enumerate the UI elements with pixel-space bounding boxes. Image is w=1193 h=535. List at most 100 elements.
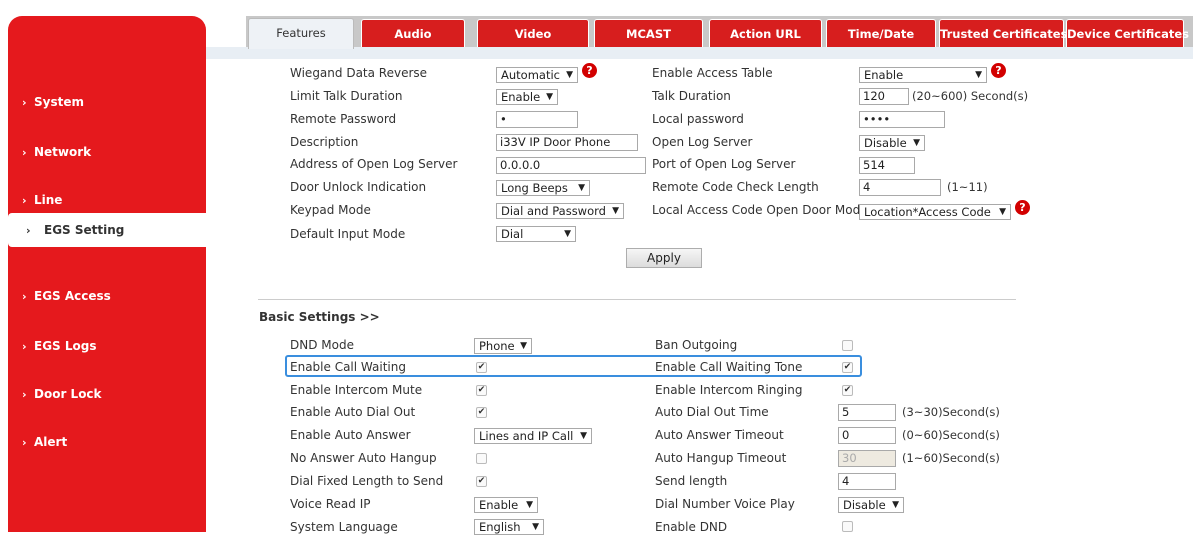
dial-number-voice-play-select[interactable]: Disable ▼ — [838, 497, 904, 513]
enable-access-table-label: Enable Access Table — [652, 66, 773, 80]
sidebar-item-egs-logs[interactable]: › EGS Logs — [8, 332, 206, 360]
remote-password-label: Remote Password — [290, 112, 397, 126]
sidebar-item-label: System — [34, 95, 84, 109]
dropdown-arrow-icon: ▼ — [520, 341, 527, 351]
port-open-log-server-input[interactable]: 514 — [859, 157, 915, 174]
enable-access-table-select[interactable]: Enable ▼ — [859, 67, 987, 83]
sidebar-item-line[interactable]: › Line — [8, 186, 206, 214]
dropdown-arrow-icon: ▼ — [578, 183, 585, 193]
select-value: Dial and Password — [501, 204, 606, 218]
tab-bar-strip — [206, 47, 1193, 59]
basic-settings-heading[interactable]: Basic Settings >> — [259, 310, 380, 324]
send-length-label: Send length — [655, 474, 728, 488]
open-log-server-label: Open Log Server — [652, 135, 753, 149]
select-value: Disable — [843, 498, 886, 512]
remote-code-check-length-input[interactable]: 4 — [859, 179, 941, 196]
description-input[interactable]: i33V IP Door Phone — [496, 134, 638, 151]
select-value: Disable — [864, 136, 907, 150]
limit-talk-duration-select[interactable]: Enable ▼ — [496, 89, 558, 105]
wiegand-data-reverse-label: Wiegand Data Reverse — [290, 66, 428, 80]
chevron-right-icon: › — [22, 436, 27, 449]
wiegand-data-reverse-select[interactable]: Automatic ▼ — [496, 67, 578, 83]
local-password-input[interactable]: •••• — [859, 111, 945, 128]
chevron-right-icon: › — [22, 146, 27, 159]
sidebar-item-label: Network — [34, 145, 92, 159]
enable-intercom-ringing-checkbox[interactable]: ✔ — [842, 385, 853, 396]
select-value: Phone — [479, 339, 515, 353]
tab-trusted-certificates[interactable]: Trusted Certificates — [939, 19, 1067, 47]
talk-duration-label: Talk Duration — [652, 89, 731, 103]
enable-auto-answer-select[interactable]: Lines and IP Call ▼ — [474, 428, 592, 444]
enable-call-waiting-tone-checkbox[interactable]: ✔ — [842, 362, 853, 373]
local-access-code-open-door-mode-select[interactable]: Location*Access Code ▼ — [859, 204, 1011, 220]
remote-password-input[interactable]: • — [496, 111, 578, 128]
enable-auto-answer-label: Enable Auto Answer — [290, 428, 411, 442]
tab-audio[interactable]: Audio — [361, 19, 465, 47]
keypad-mode-select[interactable]: Dial and Password ▼ — [496, 203, 624, 219]
talk-duration-input[interactable]: 120 — [859, 88, 909, 105]
auto-answer-timeout-input[interactable]: 0 — [838, 427, 896, 444]
sidebar-item-label: EGS Logs — [34, 339, 97, 353]
sidebar-item-alert[interactable]: › Alert — [8, 428, 206, 456]
keypad-mode-label: Keypad Mode — [290, 203, 371, 217]
ban-outgoing-checkbox[interactable] — [842, 340, 853, 351]
dropdown-arrow-icon: ▼ — [999, 207, 1006, 217]
dropdown-arrow-icon: ▼ — [564, 229, 571, 239]
dial-fixed-length-checkbox[interactable]: ✔ — [476, 476, 487, 487]
auto-answer-timeout-label: Auto Answer Timeout — [655, 428, 784, 442]
sidebar-item-door-lock[interactable]: › Door Lock — [8, 380, 206, 408]
sidebar-item-label: EGS Setting — [44, 223, 125, 237]
tab-video[interactable]: Video — [477, 19, 589, 47]
select-value: Automatic — [501, 68, 560, 82]
auto-dial-out-time-input[interactable]: 5 — [838, 404, 896, 421]
dropdown-arrow-icon: ▼ — [612, 206, 619, 216]
select-value: Enable — [864, 68, 904, 82]
tab-features[interactable]: Features — [248, 18, 354, 49]
auto-dial-out-time-range: (3~30)Second(s) — [902, 405, 1000, 419]
tab-time-date[interactable]: Time/Date — [826, 19, 936, 47]
select-value: Lines and IP Call — [479, 429, 574, 443]
warning-icon: ? — [1015, 200, 1030, 215]
auto-answer-timeout-range: (0~60)Second(s) — [902, 428, 1000, 442]
select-value: Enable — [501, 90, 541, 104]
warning-icon: ? — [582, 63, 597, 78]
chevron-right-icon: › — [22, 194, 27, 207]
send-length-input[interactable]: 4 — [838, 473, 896, 490]
apply-button[interactable]: Apply — [626, 248, 702, 268]
sidebar-item-egs-setting[interactable]: › EGS Setting — [8, 213, 214, 247]
sidebar-item-network[interactable]: › Network — [8, 138, 206, 166]
enable-call-waiting-label: Enable Call Waiting — [290, 360, 406, 374]
tab-mcast[interactable]: MCAST — [594, 19, 703, 47]
enable-auto-dial-out-checkbox[interactable]: ✔ — [476, 407, 487, 418]
auto-hangup-timeout-label: Auto Hangup Timeout — [655, 451, 787, 465]
dnd-mode-select[interactable]: Phone ▼ — [474, 338, 532, 354]
no-answer-auto-hangup-checkbox[interactable] — [476, 453, 487, 464]
enable-intercom-mute-checkbox[interactable]: ✔ — [476, 385, 487, 396]
remote-code-check-length-range: (1~11) — [947, 180, 988, 194]
tab-action-url[interactable]: Action URL — [709, 19, 822, 47]
voice-read-ip-select[interactable]: Enable ▼ — [474, 497, 538, 513]
sidebar-item-label: EGS Access — [34, 289, 111, 303]
auto-dial-out-time-label: Auto Dial Out Time — [655, 405, 769, 419]
system-language-select[interactable]: English ▼ — [474, 519, 544, 535]
tab-device-certificates[interactable]: Device Certificates — [1066, 19, 1189, 47]
enable-call-waiting-checkbox[interactable]: ✔ — [476, 362, 487, 373]
sidebar-item-egs-access[interactable]: › EGS Access — [8, 282, 206, 310]
sidebar-item-label: Alert — [34, 435, 68, 449]
enable-call-waiting-tone-label: Enable Call Waiting Tone — [655, 360, 803, 374]
sidebar-item-system[interactable]: › System — [8, 88, 206, 116]
open-log-server-select[interactable]: Disable ▼ — [859, 135, 925, 151]
door-unlock-indication-label: Door Unlock Indication — [290, 180, 427, 194]
chevron-right-icon: › — [22, 96, 27, 109]
address-open-log-server-input[interactable]: 0.0.0.0 — [496, 157, 646, 174]
door-unlock-indication-select[interactable]: Long Beeps ▼ — [496, 180, 590, 196]
enable-dnd-checkbox[interactable] — [842, 521, 853, 532]
chevron-right-icon: › — [22, 290, 27, 303]
sidebar-item-label: Door Lock — [34, 387, 102, 401]
default-input-mode-select[interactable]: Dial ▼ — [496, 226, 576, 242]
web-admin-page: › System › Network › Line › EGS Setting › EGS… — [0, 0, 1193, 535]
select-value: Long Beeps — [501, 181, 568, 195]
select-value: Location*Access Code — [864, 205, 991, 219]
enable-auto-dial-out-label: Enable Auto Dial Out — [290, 405, 416, 419]
select-value: Enable — [479, 498, 519, 512]
